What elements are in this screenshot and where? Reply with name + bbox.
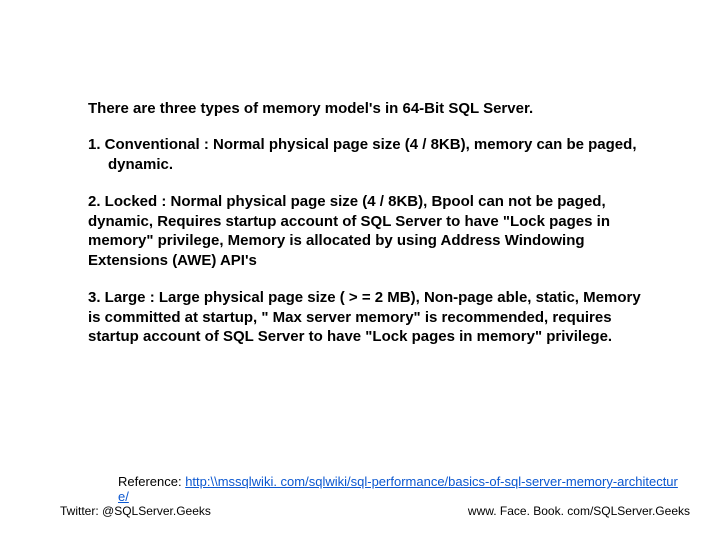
reference-link[interactable]: http:\\mssqlwiki. com/sqlwiki/sql-perfor…	[118, 474, 678, 504]
list-item: 3. Large : Large physical page size ( > …	[88, 288, 648, 347]
reference-label: Reference:	[118, 474, 185, 489]
footer-twitter: Twitter: @SQLServer.Geeks	[60, 504, 211, 518]
intro-text: There are three types of memory model's …	[88, 100, 648, 117]
list-item: 2. Locked : Normal physical page size (4…	[88, 192, 648, 270]
reference-line: Reference: http:\\mssqlwiki. com/sqlwiki…	[118, 474, 678, 504]
footer-facebook: www. Face. Book. com/SQLServer.Geeks	[468, 504, 690, 518]
list-item: 1. Conventional : Normal physical page s…	[88, 135, 648, 174]
slide-content: There are three types of memory model's …	[88, 100, 648, 365]
